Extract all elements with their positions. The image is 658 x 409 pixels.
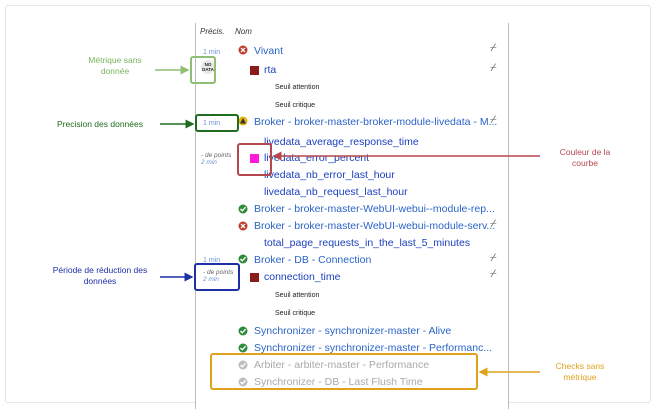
annotation-curve-color: Couleur de la courbe [559, 147, 611, 168]
column-name-header: Nom [235, 27, 252, 36]
critical-status-icon [238, 221, 248, 231]
highlight-reduction [194, 263, 240, 291]
annotation-data-precision: Precision des données [56, 119, 143, 129]
brush-icon[interactable]: ⌿ [490, 62, 497, 75]
annotation-metric-no-data: Métrique sans donnée [88, 55, 142, 76]
metric-rta[interactable]: rta [264, 64, 276, 76]
curve-color-swatch[interactable] [250, 66, 259, 75]
threshold-critical: Seuil critique [275, 102, 316, 109]
threshold-critical: Seuil critique [275, 310, 316, 317]
metric-livedata-average-response-time[interactable]: livedata_average_response_time [264, 136, 419, 148]
ok-status-icon [238, 204, 248, 214]
metric-connection-time[interactable]: connection_time [264, 271, 340, 283]
curve-color-swatch[interactable] [250, 273, 259, 282]
brush-icon[interactable]: ⌿ [490, 268, 497, 281]
ok-status-icon [238, 254, 248, 264]
annotation-reduction-period: Période de réduction des données [52, 265, 148, 286]
brush-icon[interactable]: ⌿ [490, 218, 497, 231]
check-synchronizer-alive[interactable]: Synchronizer - synchronizer-master - Ali… [254, 325, 451, 337]
check-broker-webui-serv[interactable]: Broker - broker-master-WebUI-webui-modul… [254, 220, 495, 232]
precision-vivant: 1 min [203, 49, 221, 56]
highlight-checks-no-metric [210, 353, 478, 390]
column-precision-header: Précis. [200, 27, 225, 36]
threshold-warning: Seuil attention [275, 84, 320, 91]
critical-status-icon [238, 45, 248, 55]
metric-livedata-nb-error-last-hour[interactable]: livedata_nb_error_last_hour [264, 169, 395, 181]
check-broker-livedata[interactable]: Broker - broker-master-broker-module-liv… [254, 116, 497, 128]
brush-icon[interactable]: ⌿ [490, 42, 497, 55]
highlight-no-data [190, 56, 216, 84]
check-broker-db[interactable]: Broker - DB - Connection [254, 254, 371, 266]
metric-livedata-error-percent[interactable]: livedata_error_percent [264, 152, 369, 164]
ok-status-icon [238, 343, 248, 353]
reduction-period-livedata: - de points 2 min [201, 152, 232, 166]
brush-icon[interactable]: ⌿ [490, 114, 497, 127]
highlight-curve-color [237, 143, 272, 176]
warning-status-icon [238, 116, 248, 126]
check-vivant[interactable]: Vivant [254, 45, 283, 57]
brush-icon[interactable]: ⌿ [490, 252, 497, 265]
ok-status-icon [238, 326, 248, 336]
metric-total-page-requests[interactable]: total_page_requests_in_the_last_5_minute… [264, 237, 470, 249]
highlight-precision [195, 114, 239, 132]
annotation-checks-no-metric: Checks sans métrique [555, 361, 605, 382]
check-broker-webui-rep[interactable]: Broker - broker-master-WebUI-webui--modu… [254, 203, 495, 215]
metric-livedata-nb-request-last-hour[interactable]: livedata_nb_request_last_hour [264, 186, 408, 198]
threshold-warning: Seuil attention [275, 292, 320, 299]
